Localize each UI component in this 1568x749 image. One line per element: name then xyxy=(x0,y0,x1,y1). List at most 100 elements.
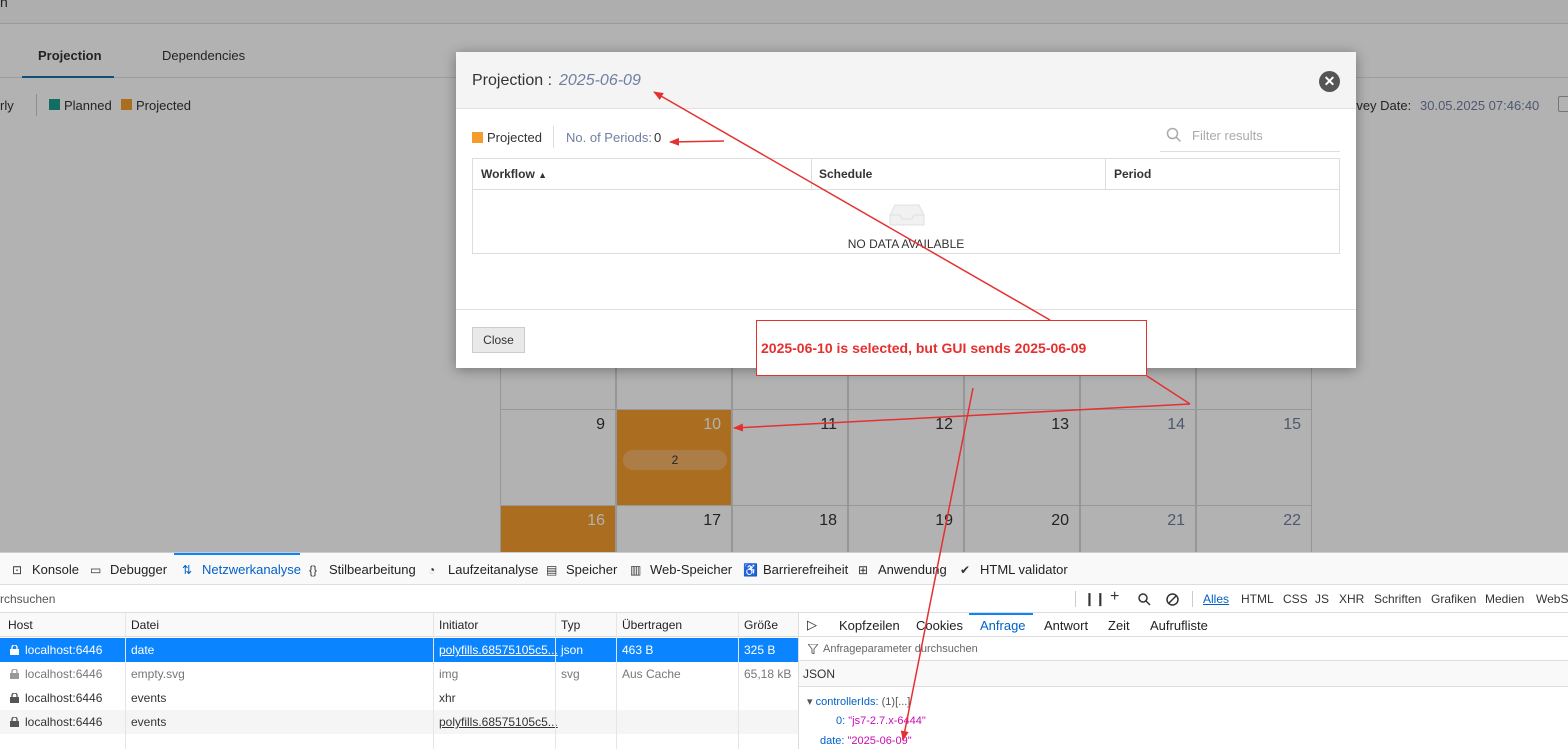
request-file: empty.svg xyxy=(131,667,185,681)
request-initiator: img xyxy=(439,667,459,681)
tab-aufrufliste[interactable]: Aufrufliste xyxy=(1150,618,1208,633)
projected-legend-swatch xyxy=(472,132,483,143)
table-row[interactable]: localhost:6446 events xhr xyxy=(0,686,798,710)
request-initiator-link[interactable]: polyfills.68575105c5... xyxy=(439,638,558,662)
add-icon[interactable]: + xyxy=(1110,588,1119,606)
column-transferred[interactable]: Übertragen xyxy=(622,613,682,637)
tab-cookies[interactable]: Cookies xyxy=(916,618,963,633)
tab-laufzeitanalyse[interactable]: ◔ Laufzeitanalyse xyxy=(428,562,538,577)
active-tab-indicator xyxy=(174,553,300,555)
request-size: 65,18 kB xyxy=(744,667,792,681)
tab-debugger[interactable]: ▭ Debugger xyxy=(90,562,167,577)
projected-legend-label: Projected xyxy=(487,130,542,145)
tab-speicher[interactable]: ▤ Speicher xyxy=(546,562,617,577)
tab-html-validator[interactable]: ✔ HTML validator xyxy=(960,562,1068,577)
tab-barrierefreiheit[interactable]: ♿ Barrierefreiheit xyxy=(743,562,848,577)
request-initiator: xhr xyxy=(439,691,456,705)
json-key: date: xyxy=(820,735,845,747)
filter-type-css[interactable]: CSS xyxy=(1283,592,1308,606)
toolbar-divider xyxy=(1192,591,1193,607)
toggle-sidebar-icon[interactable]: ▷ xyxy=(807,617,817,633)
tab-web-speicher[interactable]: ▥ Web-Speicher xyxy=(630,562,732,577)
debugger-icon: ▭ xyxy=(90,563,102,577)
lock-icon xyxy=(10,669,19,679)
json-controller-ids-row[interactable]: ▾ controllerIds: (1)[...] xyxy=(807,695,910,708)
filter-type-html[interactable]: HTML xyxy=(1241,592,1274,606)
details-tab-bar: ▷ Kopfzeilen Cookies Anfrage Antwort Zei… xyxy=(799,613,1568,637)
tab-anfrage[interactable]: Anfrage xyxy=(980,618,1026,633)
tab-label: Anwendung xyxy=(878,562,947,577)
dialog-header: Projection : 2025-06-09 ✕ xyxy=(456,52,1356,109)
filter-type-all[interactable]: Alles xyxy=(1203,592,1229,606)
periods-count-label: No. of Periods: xyxy=(566,130,652,145)
block-icon[interactable] xyxy=(1166,593,1179,606)
filter-type-xhr[interactable]: XHR xyxy=(1339,592,1364,606)
column-divider xyxy=(433,613,434,749)
filter-icon xyxy=(808,644,818,654)
tab-label: Debugger xyxy=(110,562,168,577)
filter-results-input[interactable] xyxy=(1160,120,1340,152)
pause-icon[interactable]: ❙❙ xyxy=(1084,591,1106,607)
json-key: controllerIds: xyxy=(815,696,879,708)
tab-label: Speicher xyxy=(566,562,618,577)
table-row[interactable]: localhost:6446 date polyfills.68575105c5… xyxy=(0,638,798,662)
no-data-message: NO DATA AVAILABLE xyxy=(847,237,965,251)
devtools-panel: ⊡ Konsole ▭ Debugger ⇅ Netzwerkanalyse {} St… xyxy=(0,552,1568,749)
request-size: 325 B xyxy=(744,643,776,657)
params-filter-input[interactable] xyxy=(823,639,1123,659)
filter-type-js[interactable]: JS xyxy=(1315,592,1329,606)
annotation-text: 2025-06-10 is selected, but GUI sends 20… xyxy=(761,340,1087,356)
tab-konsole[interactable]: ⊡ Konsole xyxy=(12,562,79,577)
tab-label: Barrierefreiheit xyxy=(763,562,849,577)
column-label: Workflow xyxy=(481,167,535,181)
request-file: events xyxy=(131,691,167,705)
table-row[interactable]: localhost:6446 events polyfills.68575105… xyxy=(0,710,798,734)
expand-toggle-icon[interactable]: ▾ xyxy=(807,696,813,708)
close-icon[interactable]: ✕ xyxy=(1319,71,1340,92)
tab-anwendung[interactable]: ⊞ Anwendung xyxy=(858,562,947,577)
active-tab-indicator xyxy=(969,613,1033,615)
filter-type-images[interactable]: Grafiken xyxy=(1431,592,1476,606)
request-host: localhost:6446 xyxy=(25,667,103,681)
column-host[interactable]: Host xyxy=(8,613,33,637)
tab-netzwerkanalyse[interactable]: ⇅ Netzwerkanalyse xyxy=(182,562,301,577)
tab-label: Konsole xyxy=(32,562,79,577)
request-initiator-link[interactable]: polyfills.68575105c5... xyxy=(439,710,558,734)
table-row[interactable]: localhost:6446 empty.svg img svg Aus Cac… xyxy=(0,662,798,686)
tab-zeit[interactable]: Zeit xyxy=(1108,618,1130,633)
column-size[interactable]: Größe xyxy=(744,613,778,637)
column-initiator[interactable]: Initiator xyxy=(439,613,478,637)
url-filter-input[interactable] xyxy=(0,589,400,609)
json-summary: (1)[...] xyxy=(881,696,911,708)
network-request-table: Host Datei Initiator Typ Übertragen Größ… xyxy=(0,613,798,749)
column-workflow[interactable]: Workflow ▲ xyxy=(473,159,811,190)
application-icon: ⊞ xyxy=(858,563,869,577)
lock-icon xyxy=(10,717,19,727)
style-editor-icon: {} xyxy=(309,563,318,577)
column-period[interactable]: Period xyxy=(1106,159,1339,190)
filter-type-fonts[interactable]: Schriften xyxy=(1374,592,1421,606)
request-transferred: Aus Cache xyxy=(622,667,681,681)
json-array-item-row: 0: "js7-2.7.x-6444" xyxy=(836,715,926,727)
empty-inbox-icon xyxy=(889,204,925,226)
request-details-panel: ▷ Kopfzeilen Cookies Anfrage Antwort Zei… xyxy=(798,613,1568,749)
devtools-tab-bar: ⊡ Konsole ▭ Debugger ⇅ Netzwerkanalyse {} St… xyxy=(0,553,1568,585)
request-type: svg xyxy=(561,667,580,681)
request-type: json xyxy=(561,643,584,657)
tab-label: Laufzeitanalyse xyxy=(448,562,539,577)
json-section-header[interactable]: JSON xyxy=(799,661,1568,687)
column-type[interactable]: Typ xyxy=(561,613,580,637)
tab-kopfzeilen[interactable]: Kopfzeilen xyxy=(839,618,900,633)
dialog-title: Projection : xyxy=(472,72,553,89)
request-file: events xyxy=(131,715,167,729)
search-icon[interactable] xyxy=(1138,593,1151,606)
filter-type-media[interactable]: Medien xyxy=(1485,592,1524,606)
filter-type-websocket[interactable]: WebSo xyxy=(1536,592,1568,606)
toolbar-divider xyxy=(1075,591,1076,607)
tab-antwort[interactable]: Antwort xyxy=(1044,618,1088,633)
tab-stilbearbeitung[interactable]: {} Stilbearbeitung xyxy=(309,562,416,577)
column-schedule[interactable]: Schedule xyxy=(811,159,1105,190)
close-button[interactable]: Close xyxy=(472,327,525,353)
network-filter-bar: ❙❙ + Alles HTML CSS JS XHR Schriften Gra… xyxy=(0,585,1568,613)
column-file[interactable]: Datei xyxy=(131,613,159,637)
